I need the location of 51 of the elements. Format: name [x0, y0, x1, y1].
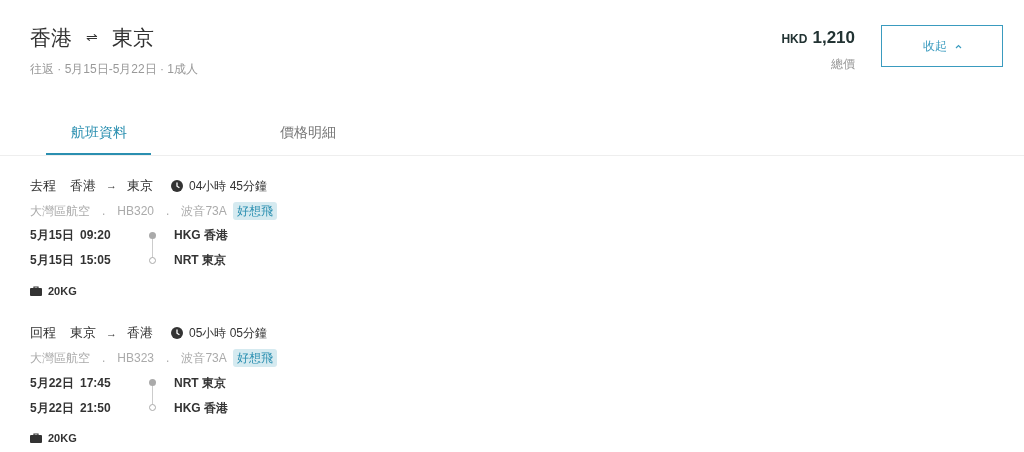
stop-airport: HKG 香港 [174, 227, 228, 244]
flight-info: 波音73A [181, 350, 227, 367]
clock-icon [171, 179, 183, 192]
stop-airport: HKG 香港 [174, 399, 228, 417]
flight-info: . [102, 202, 106, 220]
baggage-allowance: 20KG [48, 283, 77, 299]
segment-direction: 去程 [30, 176, 56, 195]
segment-destination: 香港 [127, 324, 153, 343]
trip-summary: 往返 · 5月15日-5月22日 · 1成人 [30, 60, 199, 78]
flight-info: . [166, 202, 170, 220]
route-arrow: → [106, 178, 117, 194]
flight-info: 大灣區航空 [30, 350, 90, 367]
fare-tag: 好想飛 [232, 349, 277, 367]
currency-code: HKD [781, 31, 808, 48]
caret-icon [954, 43, 962, 49]
briefcase-icon [30, 433, 42, 444]
flight-info: HB320 [117, 202, 155, 220]
segment-origin: 東京 [70, 324, 96, 343]
destination-city: 東京 [112, 25, 154, 51]
segment-origin: 香港 [70, 176, 96, 195]
stop-date: 5月22日 [30, 399, 76, 417]
fare-tag: 好想飛 [232, 201, 277, 220]
stop-time: 09:20 [80, 227, 112, 244]
stop-airport: NRT 東京 [174, 252, 226, 269]
briefcase-icon [30, 285, 42, 296]
total-price-label: 總價 [831, 55, 855, 73]
stop-date: 5月15日 [30, 252, 76, 269]
flight-duration: 05小時 05分鐘 [189, 325, 268, 342]
total-price: 1,210 [812, 27, 855, 49]
segment-destination: 東京 [127, 176, 153, 195]
collapse-button[interactable]: 收起 [881, 25, 1003, 67]
flight-info: HB323 [117, 350, 155, 367]
flight-info: 大灣區航空 [30, 202, 90, 220]
segment-direction: 回程 [30, 324, 56, 343]
stop-date: 5月22日 [30, 374, 76, 392]
flight-info: . [166, 350, 170, 367]
origin-city: 香港 [30, 25, 72, 51]
stop-airport: NRT 東京 [174, 374, 226, 392]
stop-date: 5月15日 [30, 227, 76, 244]
tab[interactable]: 航班資料 [46, 111, 151, 155]
baggage-allowance: 20KG [48, 431, 77, 446]
clock-icon [171, 327, 183, 339]
stop-time: 21:50 [80, 399, 112, 417]
stop-time: 15:05 [80, 252, 112, 269]
swap-icon: ⇌ [86, 27, 98, 49]
flight-info: . [102, 350, 106, 367]
flight-info: 波音73A [181, 202, 227, 220]
route-arrow: → [106, 325, 117, 341]
stop-time: 17:45 [80, 374, 112, 392]
tab[interactable]: 價格明細 [255, 111, 360, 155]
flight-duration: 04小時 45分鐘 [189, 177, 268, 195]
